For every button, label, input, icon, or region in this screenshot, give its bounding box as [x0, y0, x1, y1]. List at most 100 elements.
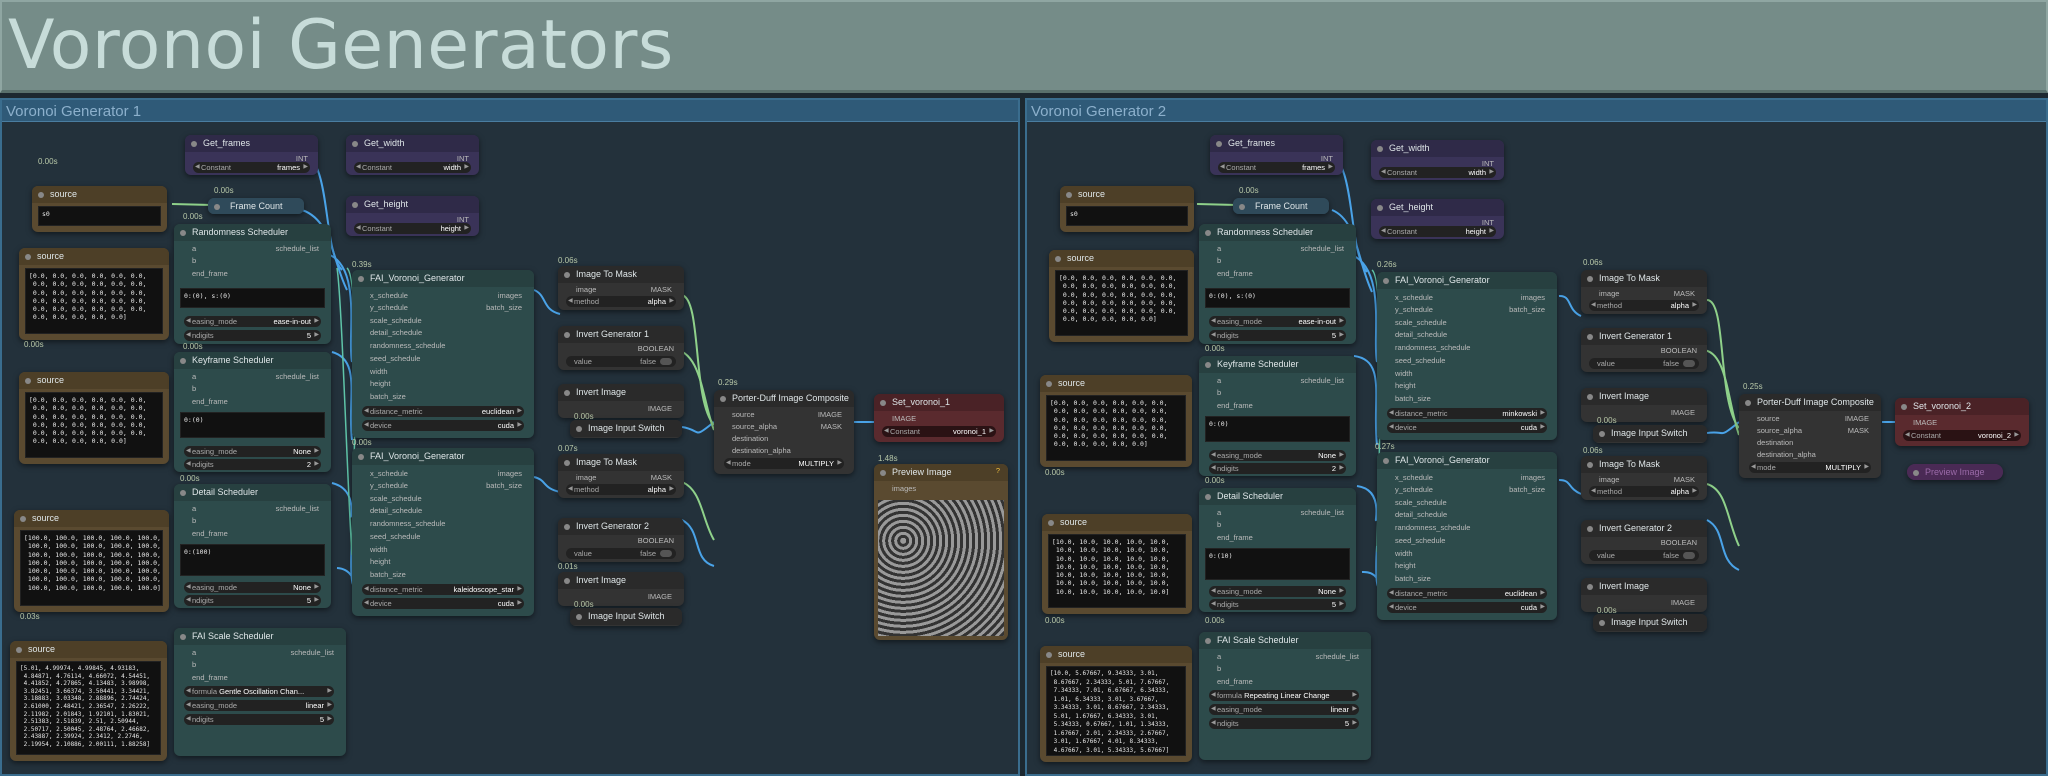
preview-image-node[interactable]: Preview Image ? images	[874, 464, 1008, 640]
constant-select[interactable]: Constant height	[1379, 226, 1496, 237]
method-select[interactable]: method alpha	[1589, 486, 1699, 497]
constant-select[interactable]: Constant voronoi_1	[882, 426, 996, 437]
source-text[interactable]: [0.0, 0.0, 0.0, 0.0, 0.0, 0.0, 0.0, 0.0,…	[25, 268, 163, 334]
ndigits-stepper[interactable]: ndigits 5	[184, 595, 321, 606]
fai-scale-scheduler-node[interactable]: FAI Scale Scheduler a b end_frame schedu…	[1199, 632, 1371, 760]
source-node[interactable]: source [0.0, 0.0, 0.0, 0.0, 0.0, 0.0, 0.…	[19, 248, 169, 340]
get-frames-node[interactable]: Get_frames INT Constantframes	[1210, 135, 1343, 175]
image-input-switch-node[interactable]: Image Input Switch	[570, 420, 682, 438]
source-text[interactable]: s0	[38, 206, 161, 226]
easing-mode-select[interactable]: easing_mode ease-in-out	[1209, 316, 1346, 327]
set-voronoi-node[interactable]: Set_voronoi_1 IMAGE Constant voronoi_1	[874, 394, 1004, 442]
source-text[interactable]: [100.0, 100.0, 100.0, 100.0, 100.0, 100.…	[20, 530, 163, 606]
toggle-switch[interactable]	[1683, 552, 1695, 559]
source-node[interactable]: source [5.01, 4.99974, 4.99845, 4.93183,…	[10, 641, 167, 761]
device-select[interactable]: device cuda	[362, 420, 524, 431]
help-icon[interactable]: ?	[996, 466, 1000, 475]
value-toggle[interactable]: value false	[1589, 550, 1699, 561]
method-select[interactable]: method alpha	[566, 296, 676, 307]
source-text[interactable]: [0.0, 0.0, 0.0, 0.0, 0.0, 0.0, 0.0, 0.0,…	[1046, 395, 1186, 461]
ndigits-stepper[interactable]: ndigits 5	[184, 330, 321, 341]
ndigits-stepper[interactable]: ndigits 2	[184, 459, 321, 470]
ndigits-stepper[interactable]: ndigits 2	[1209, 463, 1346, 474]
porter-duff-composite-node[interactable]: Porter-Duff Image Composite source sourc…	[714, 390, 854, 474]
detail-scheduler-node[interactable]: Detail Scheduler a b end_frame schedule_…	[1199, 488, 1356, 612]
distance-metric-select[interactable]: distance_metric euclidean	[1387, 588, 1547, 599]
method-select[interactable]: method alpha	[1589, 300, 1699, 311]
mode-select[interactable]: mode MULTIPLY	[1749, 462, 1871, 473]
easing-mode-select[interactable]: easing_mode None	[1209, 586, 1346, 597]
formula-select[interactable]: formula Repeating Linear Change	[1209, 690, 1359, 701]
ndigits-stepper[interactable]: ndigits 5	[1209, 330, 1346, 341]
value-toggle[interactable]: value false	[566, 548, 676, 559]
toggle-switch[interactable]	[660, 550, 672, 557]
ndigits-stepper[interactable]: ndigits 5	[184, 714, 334, 725]
constant-select[interactable]: Constant width	[1379, 167, 1496, 178]
source-text[interactable]: [0.0, 0.0, 0.0, 0.0, 0.0, 0.0, 0.0, 0.0,…	[25, 392, 163, 458]
source-node[interactable]: source [100.0, 100.0, 100.0, 100.0, 100.…	[14, 510, 169, 612]
randomness-scheduler-node[interactable]: Randomness Scheduler a b end_frame sched…	[174, 224, 331, 344]
value-toggle[interactable]: value false	[1589, 358, 1699, 369]
source-text[interactable]: [10.0, 10.0, 10.0, 10.0, 10.0, 10.0, 10.…	[1048, 534, 1186, 608]
distance-metric-select[interactable]: distance_metric euclidean	[362, 406, 524, 417]
fai-voronoi-generator-node[interactable]: FAI_Voronoi_Generator x_schedule y_sched…	[352, 270, 534, 438]
source-node[interactable]: source [10.0, 5.67667, 9.34333, 3.01, 8.…	[1040, 646, 1192, 762]
toggle-switch[interactable]	[660, 358, 672, 365]
image-to-mask-node[interactable]: Image To Mask image MASK method alpha	[1581, 456, 1707, 500]
source-node[interactable]: source s0	[1060, 186, 1194, 232]
get-width-node[interactable]: Get_width INT Constantwidth	[346, 135, 479, 175]
ndigits-stepper[interactable]: ndigits 5	[1209, 718, 1359, 729]
image-to-mask-node[interactable]: Image To Mask image MASK method alpha	[558, 454, 684, 498]
fai-scale-scheduler-node[interactable]: FAI Scale Scheduler a b end_frame schedu…	[174, 628, 346, 756]
device-select[interactable]: device cuda	[1387, 422, 1547, 433]
source-text[interactable]: [5.01, 4.99974, 4.99845, 4.93183, 4.8487…	[16, 661, 161, 755]
formula-select[interactable]: formula Gentle Oscillation Chan...	[184, 686, 334, 697]
ndigits-stepper[interactable]: ndigits 5	[1209, 599, 1346, 610]
keyframe-scheduler-node[interactable]: Keyframe Scheduler a b end_frame schedul…	[174, 352, 331, 472]
easing-mode-select[interactable]: easing_mode None	[1209, 450, 1346, 461]
randomness-scheduler-node[interactable]: Randomness Scheduler a b end_frame sched…	[1199, 224, 1356, 344]
constant-select[interactable]: Constant voronoi_2	[1903, 430, 2021, 441]
set-voronoi-node[interactable]: Set_voronoi_2 IMAGE Constant voronoi_2	[1895, 398, 2029, 446]
easing-mode-select[interactable]: easing_mode linear	[184, 700, 334, 711]
source-node[interactable]: source [0.0, 0.0, 0.0, 0.0, 0.0, 0.0, 0.…	[1040, 375, 1192, 467]
preview-image-collapsed-node[interactable]: Preview Image	[1907, 464, 2003, 480]
source-text[interactable]: [0.0, 0.0, 0.0, 0.0, 0.0, 0.0, 0.0, 0.0,…	[1055, 270, 1188, 336]
constant-select[interactable]: Constant height	[354, 223, 471, 234]
invert-generator-2-node[interactable]: Invert Generator 2 BOOLEAN value false	[558, 518, 684, 562]
constant-select[interactable]: Constant frames	[193, 162, 310, 173]
invert-generator-2-node[interactable]: Invert Generator 2 BOOLEAN value false	[1581, 520, 1707, 564]
device-select[interactable]: device cuda	[1387, 602, 1547, 613]
get-height-node[interactable]: Get_height INT Constantheight	[346, 196, 479, 236]
group-voronoi-generator-1[interactable]: Voronoi Generator 1 0.00s Get_frames INT…	[0, 98, 1020, 776]
schedule-text[interactable]: 0:(0), s:(0)	[1205, 288, 1350, 308]
distance-metric-select[interactable]: distance_metric minkowski	[1387, 408, 1547, 419]
schedule-text[interactable]: 0:(10)	[1205, 548, 1350, 580]
toggle-switch[interactable]	[1683, 360, 1695, 367]
schedule-text[interactable]: 0:(0), s:(0)	[180, 288, 325, 308]
fai-voronoi-generator-node[interactable]: FAI_Voronoi_Generator x_schedule y_sched…	[352, 448, 534, 616]
frame-count-node[interactable]: Frame Count	[1233, 198, 1329, 214]
detail-scheduler-node[interactable]: Detail Scheduler a b end_frame schedule_…	[174, 484, 331, 608]
easing-mode-select[interactable]: easing_mode ease-in-out	[184, 316, 321, 327]
image-to-mask-node[interactable]: Image To Mask image MASK method alpha	[1581, 270, 1707, 314]
get-frames-node[interactable]: Get_frames INT Constantframes	[185, 135, 318, 175]
porter-duff-composite-node[interactable]: Porter-Duff Image Composite source sourc…	[1739, 394, 1881, 478]
image-input-switch-node[interactable]: Image Input Switch	[1593, 425, 1707, 443]
constant-select[interactable]: Constant frames	[1218, 162, 1335, 173]
invert-generator-1-node[interactable]: Invert Generator 1 BOOLEAN value false	[558, 326, 684, 370]
image-input-switch-node[interactable]: Image Input Switch	[570, 608, 682, 626]
source-text[interactable]: [10.0, 5.67667, 9.34333, 3.01, 8.67667, …	[1046, 666, 1186, 756]
schedule-text[interactable]: 0:(100)	[180, 544, 325, 576]
fai-voronoi-generator-node[interactable]: FAI_Voronoi_Generator x_schedule y_sched…	[1377, 272, 1557, 440]
preview-thumbnail[interactable]	[878, 500, 1004, 636]
get-width-node[interactable]: Get_width INT Constantwidth	[1371, 140, 1504, 180]
easing-mode-select[interactable]: easing_mode None	[184, 582, 321, 593]
source-node[interactable]: source s0	[32, 186, 167, 232]
source-node[interactable]: source [0.0, 0.0, 0.0, 0.0, 0.0, 0.0, 0.…	[1049, 250, 1194, 342]
source-node[interactable]: source [10.0, 10.0, 10.0, 10.0, 10.0, 10…	[1042, 514, 1192, 614]
easing-mode-select[interactable]: easing_mode None	[184, 446, 321, 457]
fai-voronoi-generator-node[interactable]: FAI_Voronoi_Generator x_schedule y_sched…	[1377, 452, 1557, 620]
invert-generator-1-node[interactable]: Invert Generator 1 BOOLEAN value false	[1581, 328, 1707, 372]
image-to-mask-node[interactable]: Image To Mask image MASK method alpha	[558, 266, 684, 310]
